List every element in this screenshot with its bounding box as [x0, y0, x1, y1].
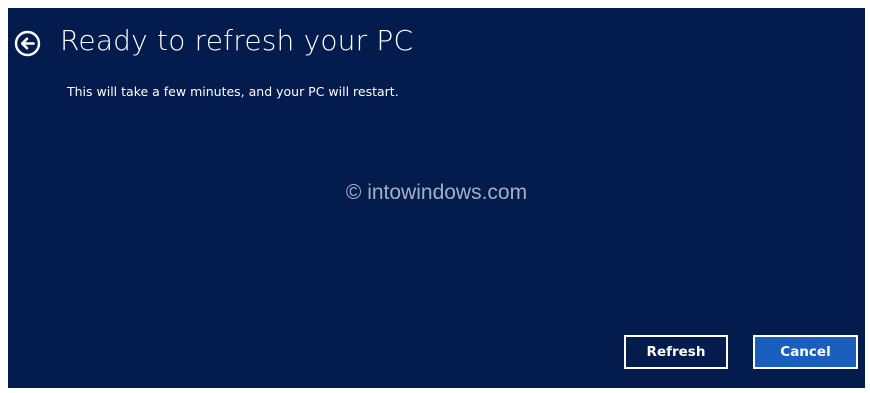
refresh-button[interactable]: Refresh — [624, 335, 728, 369]
cancel-button[interactable]: Cancel — [753, 335, 858, 369]
refresh-pc-dialog: Ready to refresh your PC This will take … — [8, 8, 865, 388]
back-arrow-icon[interactable] — [14, 30, 41, 57]
page-title: Ready to refresh your PC — [60, 24, 414, 57]
page-subtitle: This will take a few minutes, and your P… — [67, 84, 399, 99]
watermark: © intowindows.com — [345, 181, 528, 204]
